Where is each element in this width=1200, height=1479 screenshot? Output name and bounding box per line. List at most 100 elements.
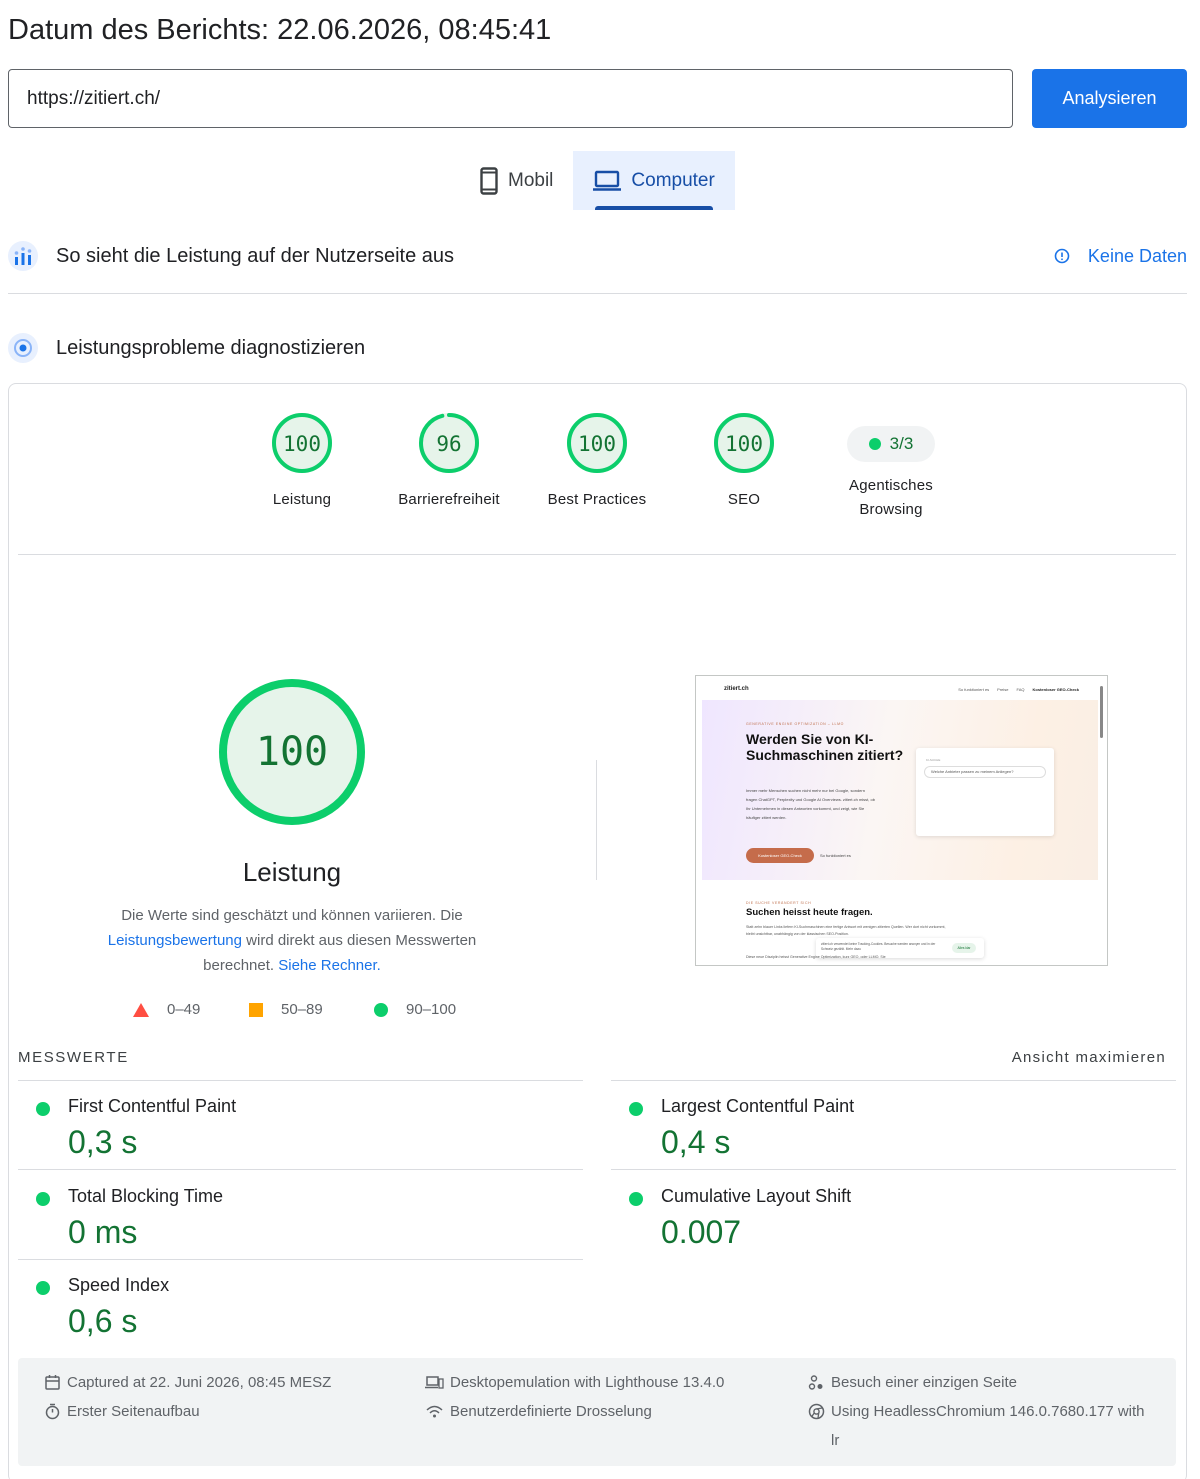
run-info-box: Captured at 22. Juni 2026, 08:45 MESZ Er…: [18, 1358, 1176, 1466]
shot-nav: zitiert.ch So funktioniert es Preise FAQ…: [696, 676, 1107, 700]
gauge-label: Agentisches Browsing: [826, 474, 956, 522]
analyze-button[interactable]: Analysieren: [1032, 69, 1187, 128]
gauge-seo[interactable]: 100 SEO: [679, 412, 809, 512]
tab-computer-label: Computer: [631, 169, 715, 191]
gauge-value: 100: [283, 432, 321, 456]
lab-data-title: Leistungsprobleme diagnostizieren: [56, 336, 366, 359]
gauge-performance[interactable]: 100 Leistung: [237, 412, 367, 512]
browser-text: Using HeadlessChromium 146.0.7680.177 wi…: [831, 1397, 1145, 1455]
metric-value: 0,3 s: [68, 1124, 138, 1160]
stopwatch-icon: [45, 1403, 60, 1420]
gauge-ring: 100: [714, 413, 774, 473]
tab-mobile[interactable]: Mobil: [460, 151, 573, 210]
gauge-value: 96: [436, 432, 461, 456]
gauge-accessibility[interactable]: 96 Barrierefreiheit: [384, 412, 514, 512]
gauge-ring: 96: [419, 413, 479, 473]
shot-kicker: GENERATIVE ENGINE OPTIMIZATION – LLMO: [746, 722, 844, 726]
shot-nav-item: Preise: [997, 687, 1009, 692]
final-screenshot[interactable]: zitiert.ch So funktioniert es Preise FAQ…: [695, 675, 1108, 966]
expand-view-toggle[interactable]: Ansicht maximieren: [1012, 1049, 1166, 1066]
agentic-pill: 3/3: [847, 426, 935, 462]
agentic-label-1: Agentisches: [849, 477, 933, 494]
field-data-title: So sieht die Leistung auf der Nutzerseit…: [56, 244, 455, 267]
pass-dot-icon: [629, 1192, 643, 1206]
run-info-load: Erster Seitenaufbau: [44, 1397, 200, 1426]
pass-dot-icon: [868, 438, 881, 450]
legend-good-label: 90–100: [406, 1001, 457, 1018]
gauge-label: Leistung: [272, 491, 332, 508]
desc-text: berechnet.: [203, 957, 279, 974]
metric-name: Cumulative Layout Shift: [661, 1186, 852, 1206]
diagnostic-icon: [8, 333, 38, 363]
agentic-label-2: Browsing: [859, 501, 923, 518]
shot-footer-text: Diese neue Disziplin heisst Generative E…: [746, 955, 886, 959]
people-chart-icon: [8, 241, 38, 271]
vertical-separator: [596, 760, 597, 880]
square-icon: [249, 1002, 263, 1017]
shot-box-query: Welche Anbieter passen zu meinem Anliege…: [924, 766, 1046, 778]
gauge-best-practices[interactable]: 100 Best Practices: [532, 412, 662, 512]
metric-divider: [18, 1169, 583, 1170]
shot-section-text: Statt zehn blauer Links liefern KI-Suchm…: [746, 925, 946, 936]
pass-dot-icon: [36, 1281, 50, 1295]
shot-nav-item: FAQ: [1016, 687, 1025, 692]
user-session-icon: [808, 1375, 823, 1390]
shot-nav-item: So funktioniert es: [958, 687, 990, 692]
no-data-link[interactable]: Keine Daten: [1054, 246, 1187, 267]
calculator-link[interactable]: Siehe Rechner.: [278, 957, 381, 974]
desc-text: Die Werte sind geschätzt und können vari…: [121, 907, 463, 924]
lab-data-section: Leistungsprobleme diagnostizieren: [8, 333, 1187, 363]
report-date: Datum des Berichts: 22.06.2026, 08:45:41: [8, 14, 552, 46]
no-data-label: Keine Daten: [1087, 245, 1187, 266]
score-gauges: 100 Leistung 96 Barrierefreiheit 100 Bes…: [0, 412, 1200, 542]
performance-score: 100: [256, 729, 328, 775]
run-info-session: Besuch einer einzigen Seite: [808, 1368, 1017, 1397]
throttling-text: Benutzerdefinierte Drosselung: [450, 1403, 652, 1420]
desc-text: wird direkt aus diesen Messwerten: [242, 932, 477, 949]
shot-scrollbar: [1100, 686, 1103, 738]
tab-computer[interactable]: Computer: [573, 151, 735, 210]
shot-hero: GENERATIVE ENGINE OPTIMIZATION – LLMO We…: [702, 700, 1098, 880]
signal-icon: [426, 1405, 443, 1418]
legend-average-label: 50–89: [281, 1001, 323, 1018]
browser-text-line1: Using HeadlessChromium 146.0.7680.177 wi…: [831, 1403, 1145, 1420]
performance-description: Die Werte sind geschätzt und können vari…: [92, 903, 492, 978]
shot-toast-text: zitiert.ch verwendet keine Tracking-Cook…: [821, 942, 936, 951]
emulation-text: Desktopemulation with Lighthouse 13.4.0: [450, 1374, 725, 1391]
info-icon: [1054, 248, 1070, 264]
shot-nav-cta: Kostenloser GEO-Check: [1032, 687, 1079, 692]
field-data-section: So sieht die Leistung auf der Nutzerseit…: [8, 241, 1187, 271]
gauge-agentic-browsing[interactable]: 3/3 Agentisches Browsing: [826, 412, 956, 522]
pass-dot-icon: [36, 1192, 50, 1206]
shot-nav-links: So funktioniert es Preise FAQ Kostenlose…: [958, 687, 1079, 692]
score-legend: 0–49 50–89 90–100: [0, 1001, 600, 1021]
metric-name: First Contentful Paint: [68, 1096, 237, 1116]
run-info-emulation: Desktopemulation with Lighthouse 13.4.0: [425, 1368, 724, 1397]
gauge-label: SEO: [727, 491, 761, 508]
performance-title: Leistung: [242, 857, 342, 887]
metric-name: Total Blocking Time: [68, 1186, 224, 1206]
shot-section-kicker: DIE SUCHE VERÄNDERT SICH: [746, 901, 812, 905]
metric-value: 0 ms: [68, 1214, 138, 1250]
devices-icon: [425, 1376, 444, 1389]
gauge-value: 100: [578, 432, 616, 456]
circle-icon: [374, 1002, 388, 1017]
metric-divider: [611, 1080, 1176, 1081]
shot-paragraph: Immer mehr Menschen suchen nicht mehr nu…: [746, 788, 875, 820]
shot-section-title: Suchen heisst heute fragen.: [746, 907, 873, 918]
metric-name: Largest Contentful Paint: [661, 1096, 855, 1116]
legend-average: 50–89: [249, 1001, 323, 1018]
metric-value: 0.007: [661, 1214, 742, 1250]
gauge-label: Barrierefreiheit: [398, 491, 500, 508]
score-calc-link[interactable]: Leistungsbewertung: [108, 932, 242, 949]
shot-toast-button: Alles klar: [952, 943, 976, 953]
performance-gauge: 100: [217, 677, 367, 832]
shot-cta-link: So funktioniert es: [820, 853, 851, 858]
url-input[interactable]: [8, 69, 1013, 128]
legend-good: 90–100: [374, 1001, 456, 1018]
load-text: Erster Seitenaufbau: [67, 1403, 200, 1420]
device-tabs: Mobil Computer: [460, 151, 735, 210]
shot-cta: Kostenloser GEO-Check: [746, 848, 814, 863]
triangle-icon: [133, 1002, 149, 1017]
tab-mobile-label: Mobil: [508, 169, 554, 191]
